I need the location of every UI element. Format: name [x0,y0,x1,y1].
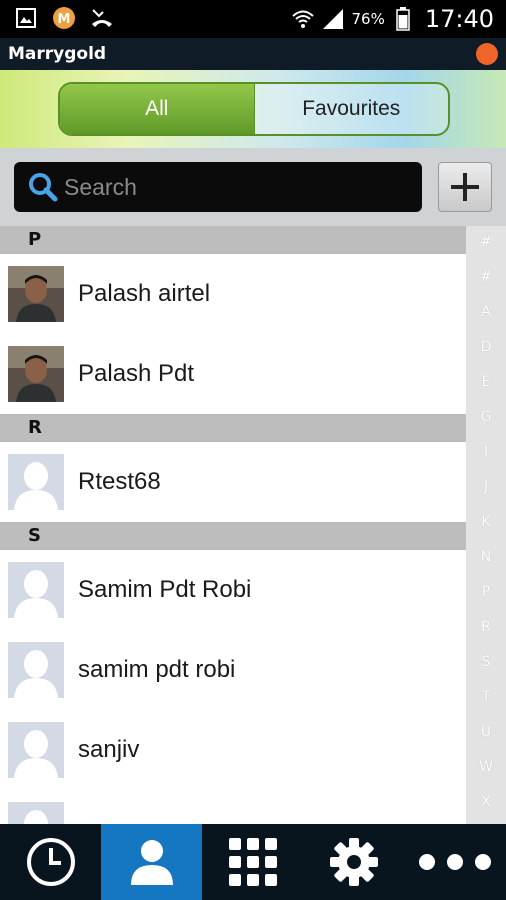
signal-icon [321,7,345,31]
search-input[interactable]: Search [14,162,422,212]
contact-row[interactable] [0,790,466,824]
index-letter[interactable]: R [466,619,506,635]
alphabet-index[interactable]: # # A D E G I J K N P R S T U W X [466,226,506,824]
search-row: Search [0,148,506,226]
contact-row[interactable]: sanjiv [0,710,466,790]
index-letter[interactable]: U [466,724,506,740]
section-header-r: R [0,414,466,442]
tab-banner: All Favourites [0,70,506,148]
more-icon [419,854,492,870]
missed-call-icon [90,6,114,30]
index-letter[interactable]: E [466,374,506,390]
nav-recents-button[interactable] [0,824,101,900]
dialpad-icon [228,838,277,886]
wifi-icon [291,7,315,31]
segmented-control: All Favourites [58,82,450,136]
index-letter[interactable]: G [466,409,506,425]
screen: M 76% 17:40 Marrygold All Favourites Sea… [0,0,506,900]
default-avatar-icon [8,802,64,824]
bottom-nav [0,824,506,900]
gear-icon [330,838,379,886]
contact-list[interactable]: P Palash airtel Palash Pdt R Rtest68 S Samim P… [0,226,466,824]
app-bar: Marrygold [0,38,506,70]
index-letter[interactable]: T [466,689,506,705]
app-title: Marrygold [8,44,107,64]
status-dot[interactable] [476,43,498,65]
nav-settings-button[interactable] [304,824,405,900]
nav-contacts-button[interactable] [101,824,203,900]
status-bar: M 76% 17:40 [0,0,506,38]
contact-row[interactable]: Samim Pdt Robi [0,550,466,630]
add-contact-button[interactable] [438,162,492,212]
clock-time: 17:40 [424,5,494,33]
battery-icon [391,7,415,31]
index-letter[interactable]: D [466,339,506,355]
contact-name: sanjiv [78,736,140,763]
index-letter[interactable]: W [466,759,506,775]
index-letter[interactable]: S [466,654,506,670]
default-avatar-icon [8,454,64,510]
contacts-icon [130,840,173,885]
contact-name: Samim Pdt Robi [78,576,252,603]
contact-name: Palash Pdt [78,360,195,387]
index-letter[interactable]: P [466,584,506,600]
index-letter[interactable]: N [466,549,506,565]
contact-name: Palash airtel [78,280,211,307]
contact-row[interactable]: Palash Pdt [0,334,466,414]
gallery-icon [14,6,38,30]
index-letter[interactable]: X [466,794,506,810]
index-letter[interactable]: K [466,514,506,530]
index-letter[interactable]: I [466,444,506,460]
contact-photo [8,346,64,402]
nav-dialpad-button[interactable] [202,824,303,900]
index-letter[interactable]: # [466,234,506,250]
plus-icon [451,173,479,201]
tab-favourites[interactable]: Favourites [254,84,448,134]
section-header-p: P [0,226,466,254]
clock-icon [26,838,75,886]
contact-name: Rtest68 [78,468,161,495]
search-placeholder: Search [64,174,137,200]
contact-name: samim pdt robi [78,656,236,683]
section-header-s: S [0,522,466,550]
contact-photo [8,266,64,322]
default-avatar-icon [8,562,64,618]
contact-row[interactable]: samim pdt robi [0,630,466,710]
app-notification-icon: M [52,6,76,30]
tab-all[interactable]: All [60,84,255,134]
contact-row[interactable]: Rtest68 [0,442,466,522]
search-icon [28,172,58,207]
contact-row[interactable]: Palash airtel [0,254,466,334]
nav-more-button[interactable] [405,824,506,900]
index-letter[interactable]: # [466,269,506,285]
default-avatar-icon [8,642,64,698]
index-letter[interactable]: A [466,304,506,320]
battery-percent: 76% [351,10,385,28]
default-avatar-icon [8,722,64,778]
svg-text:M: M [58,12,71,27]
index-letter[interactable]: J [466,479,506,495]
